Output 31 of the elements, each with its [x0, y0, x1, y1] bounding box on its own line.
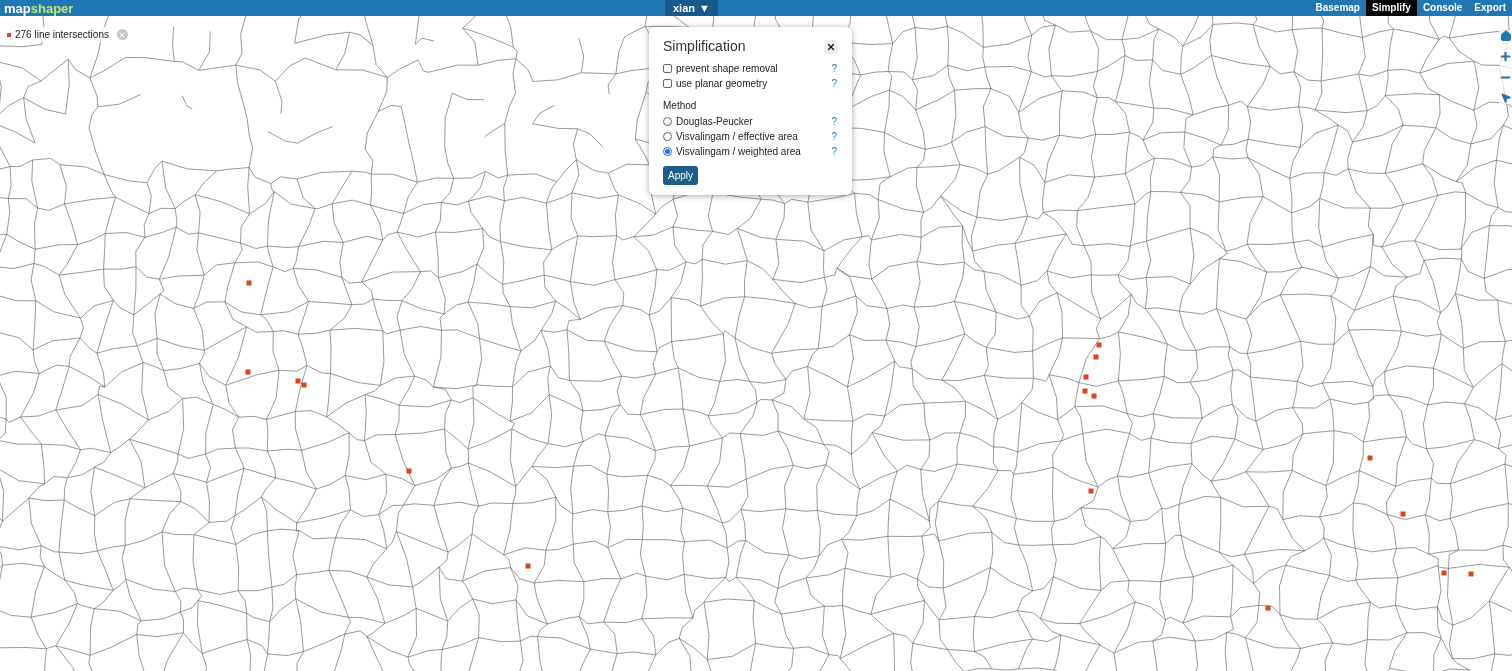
help-link[interactable]: ? — [831, 61, 837, 76]
option-label: prevent shape removal — [676, 62, 778, 76]
logo-text: map — [4, 1, 31, 15]
nav-tab[interactable]: Console — [1416, 0, 1469, 16]
zoom-in-icon[interactable] — [1499, 50, 1512, 63]
method-option-label: Visvalingam / effective area — [676, 130, 798, 144]
method-label: Method — [663, 99, 698, 113]
checkbox[interactable] — [663, 79, 672, 88]
radio-button[interactable] — [663, 117, 672, 126]
help-link[interactable]: ? — [831, 144, 837, 159]
apply-button[interactable]: Apply — [663, 166, 698, 185]
panel-title: Simplification — [663, 37, 746, 56]
intersection-marker-icon — [7, 32, 11, 37]
home-icon[interactable] — [1500, 30, 1512, 42]
intersections-label: 276 line intersections — [15, 28, 109, 42]
nav-tab[interactable]: Basemap — [1309, 0, 1366, 16]
checkbox[interactable] — [663, 64, 672, 73]
radio-button[interactable] — [663, 147, 672, 156]
logo-text: shaper — [30, 1, 74, 15]
method-option-label: Douglas-Peucker — [676, 115, 753, 129]
close-button[interactable] — [824, 39, 838, 54]
help-link[interactable]: ? — [831, 76, 837, 91]
option-label: use planar geometry — [676, 77, 768, 91]
nav-tab[interactable]: Export — [1468, 0, 1512, 16]
method-option-label: Visvalingam / weighted area — [676, 145, 801, 159]
layer-menu-button[interactable]: xian ▼ — [665, 0, 718, 16]
nav-tab[interactable]: Simplify — [1365, 0, 1417, 16]
help-link[interactable]: ? — [831, 114, 837, 129]
help-link[interactable]: ? — [831, 129, 837, 144]
radio-button[interactable] — [663, 132, 672, 141]
pointer-icon[interactable] — [1500, 92, 1512, 104]
